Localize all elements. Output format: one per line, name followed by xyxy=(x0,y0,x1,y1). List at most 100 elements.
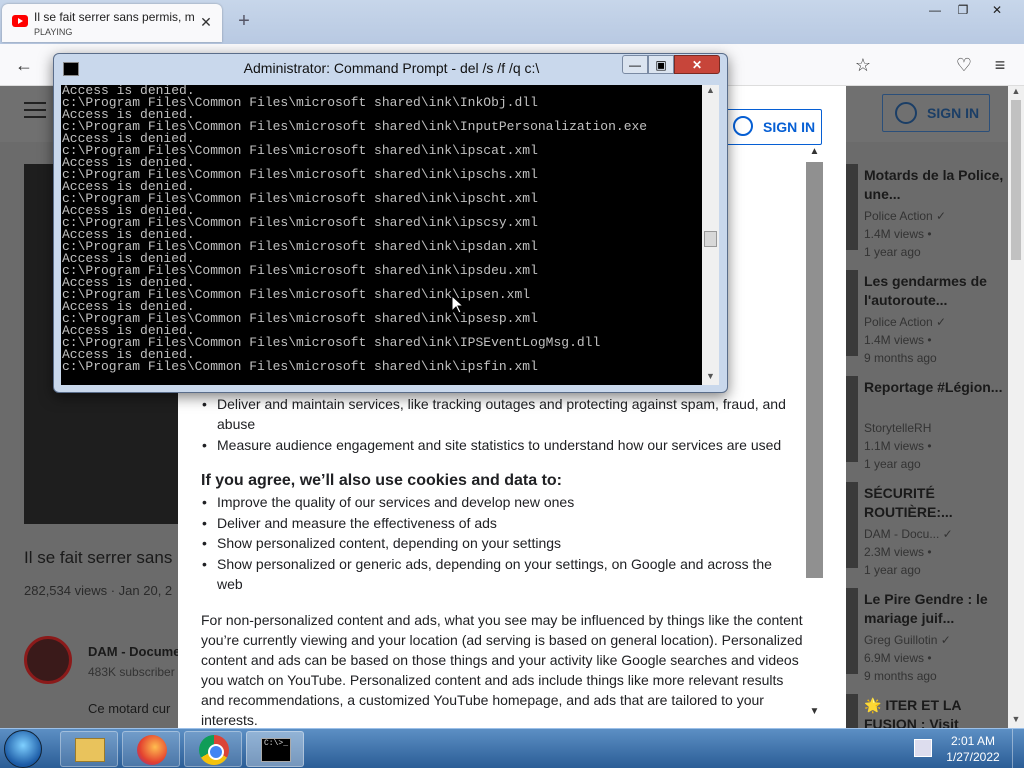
show-desktop-button[interactable] xyxy=(1012,729,1024,768)
related-video-item[interactable]: Motards de la Police, une... Police Acti… xyxy=(846,160,1008,260)
taskbar-chrome-button[interactable] xyxy=(184,731,242,767)
video-title: Il se fait serrer sans xyxy=(24,548,173,567)
related-video-item[interactable]: Les gendarmes de l'autoroute... Police A… xyxy=(846,266,1008,366)
pocket-icon[interactable]: ♡ xyxy=(952,53,976,77)
consent-agree-heading: If you agree, we’ll also use cookies and… xyxy=(201,472,562,489)
page-scroll-thumb[interactable] xyxy=(1011,100,1021,260)
new-tab-button[interactable]: + xyxy=(234,10,254,32)
firefox-icon xyxy=(137,735,167,765)
related-video-views: 1.1M views • xyxy=(864,439,932,453)
cmd-scroll-up-icon[interactable]: ▲ xyxy=(702,85,719,99)
related-video-title[interactable]: Le Pire Gendre : le mariage juif... xyxy=(864,590,1004,628)
tab-title: Il se fait serrer sans permis, mai xyxy=(34,10,194,24)
consent-bullet: Show personalized content, depending on … xyxy=(202,533,796,553)
user-icon xyxy=(733,116,753,136)
related-video-item[interactable]: 🌟 ITER ET LA FUSION : Visit xyxy=(846,690,1008,728)
command-prompt-window[interactable]: Administrator: Command Prompt - del /s /… xyxy=(53,53,728,393)
related-video-views: 1.4M views • xyxy=(864,333,932,347)
page-scroll-down-icon[interactable]: ▼ xyxy=(1008,714,1024,728)
network-icon[interactable] xyxy=(914,739,932,757)
clock-date: 1/27/2022 xyxy=(946,750,1000,764)
clock-time: 2:01 AM xyxy=(950,734,996,748)
consent-paragraph: For non-personalized content and ads, wh… xyxy=(201,612,803,728)
mouse-cursor-icon xyxy=(451,294,465,314)
related-video-channel: Police Action ✓ xyxy=(864,315,947,329)
bookmark-star-icon[interactable]: ☆ xyxy=(851,53,875,77)
channel-name[interactable]: DAM - Docume xyxy=(88,644,180,659)
cmd-scroll-down-icon[interactable]: ▼ xyxy=(702,371,719,385)
tab-close-icon[interactable]: ✕ xyxy=(198,14,214,30)
cmd-scrollbar[interactable]: ▲ ▼ xyxy=(702,85,719,385)
taskbar-cmd-button[interactable]: C:\>_ xyxy=(246,731,304,767)
related-video-thumbnail[interactable] xyxy=(846,588,858,674)
related-video-title[interactable]: 🌟 ITER ET LA FUSION : Visit xyxy=(864,696,1004,728)
browser-tab-youtube[interactable]: Il se fait serrer sans permis, mai PLAYI… xyxy=(2,4,222,42)
consent-scroll-down-icon[interactable]: ▼ xyxy=(806,706,823,720)
consent-bullet: Show personalized or generic ads, depend… xyxy=(202,554,796,594)
related-video-title[interactable]: Reportage #Légion... xyxy=(864,378,1004,397)
related-video-title[interactable]: SÉCURITÉ ROUTIÈRE:... xyxy=(864,484,1004,522)
related-video-age: 9 months ago xyxy=(864,669,937,683)
header-sign-in-label: SIGN IN xyxy=(927,105,980,121)
related-video-thumbnail[interactable] xyxy=(846,482,858,568)
hamburger-menu-icon[interactable] xyxy=(24,102,46,118)
taskbar-explorer-button[interactable] xyxy=(60,731,118,767)
windows-taskbar: C:\>_ 2:01 AM 1/27/2022 xyxy=(0,728,1024,768)
consent-scroll-thumb[interactable] xyxy=(806,162,823,578)
consent-bullet: Measure audience engagement and site sta… xyxy=(202,435,796,455)
youtube-icon xyxy=(12,15,28,27)
related-video-title[interactable]: Motards de la Police, une... xyxy=(864,166,1004,204)
related-video-item[interactable]: Reportage #Légion... StorytelleRH 1.1M v… xyxy=(846,372,1008,472)
related-video-age: 1 year ago xyxy=(864,563,921,577)
consent-bullet: Improve the quality of our services and … xyxy=(202,492,796,512)
channel-avatar[interactable] xyxy=(24,636,72,684)
taskbar-firefox-button[interactable] xyxy=(122,731,180,767)
related-video-thumbnail[interactable] xyxy=(846,694,858,728)
cmd-icon: C:\>_ xyxy=(261,738,291,762)
channel-subscribers: 483K subscriber xyxy=(88,665,175,679)
related-video-thumbnail[interactable] xyxy=(846,270,858,356)
tab-playing-label: PLAYING xyxy=(34,27,73,37)
consent-list-agree: Improve the quality of our services and … xyxy=(202,492,796,594)
cmd-scroll-thumb[interactable] xyxy=(704,231,717,247)
page-scrollbar[interactable]: ▲ ▼ xyxy=(1008,86,1024,728)
related-video-channel: Police Action ✓ xyxy=(864,209,947,223)
related-video-thumbnail[interactable] xyxy=(846,376,858,462)
cmd-minimize-button[interactable]: — xyxy=(622,55,648,74)
folder-icon xyxy=(75,738,105,762)
related-video-channel: DAM - Docu... ✓ xyxy=(864,527,953,541)
related-video-age: 1 year ago xyxy=(864,245,921,259)
window-minimize-button[interactable]: — xyxy=(920,0,950,20)
header-sign-in-button[interactable]: SIGN IN xyxy=(882,94,990,132)
related-video-views: 2.3M views • xyxy=(864,545,932,559)
related-video-title[interactable]: Les gendarmes de l'autoroute... xyxy=(864,272,1004,310)
back-arrow-icon[interactable]: ← xyxy=(12,53,36,77)
browser-tab-bar: Il se fait serrer sans permis, mai PLAYI… xyxy=(0,0,1024,44)
related-video-thumbnail[interactable] xyxy=(846,164,858,250)
consent-bullet: Deliver and maintain services, like trac… xyxy=(202,394,796,434)
related-video-views: 1.4M views • xyxy=(864,227,932,241)
consent-bullet: Deliver and measure the effectiveness of… xyxy=(202,513,796,533)
window-maximize-button[interactable]: ❐ xyxy=(948,0,978,20)
cmd-console-output[interactable]: Access is denied. c:\Program Files\Commo… xyxy=(61,85,702,385)
related-video-item[interactable]: SÉCURITÉ ROUTIÈRE:... DAM - Docu... ✓ 2.… xyxy=(846,478,1008,578)
user-icon xyxy=(895,102,917,124)
cmd-console-text: Access is denied. c:\Program Files\Commo… xyxy=(62,85,648,374)
consent-sign-in-label: SIGN IN xyxy=(763,119,816,135)
related-video-views: 6.9M views • xyxy=(864,651,932,665)
cmd-maximize-button[interactable]: ▣ xyxy=(648,55,674,74)
cmd-close-button[interactable]: ✕ xyxy=(674,55,720,74)
app-menu-icon[interactable]: ≡ xyxy=(988,53,1012,77)
video-description: Ce motard cur xyxy=(88,701,171,716)
page-scroll-up-icon[interactable]: ▲ xyxy=(1008,86,1024,100)
start-button[interactable] xyxy=(4,730,42,768)
chrome-icon xyxy=(199,735,229,765)
related-video-channel: Greg Guillotin ✓ xyxy=(864,633,951,647)
consent-sign-in-button[interactable]: SIGN IN xyxy=(726,109,822,145)
consent-list-services: Deliver and maintain services, like trac… xyxy=(202,394,796,455)
related-video-item[interactable]: Le Pire Gendre : le mariage juif... Greg… xyxy=(846,584,1008,684)
consent-scroll-up-icon[interactable]: ▲ xyxy=(806,146,823,160)
system-clock[interactable]: 2:01 AM 1/27/2022 xyxy=(940,733,1006,765)
related-video-channel: StorytelleRH xyxy=(864,421,932,435)
window-close-button[interactable]: ✕ xyxy=(982,0,1012,20)
